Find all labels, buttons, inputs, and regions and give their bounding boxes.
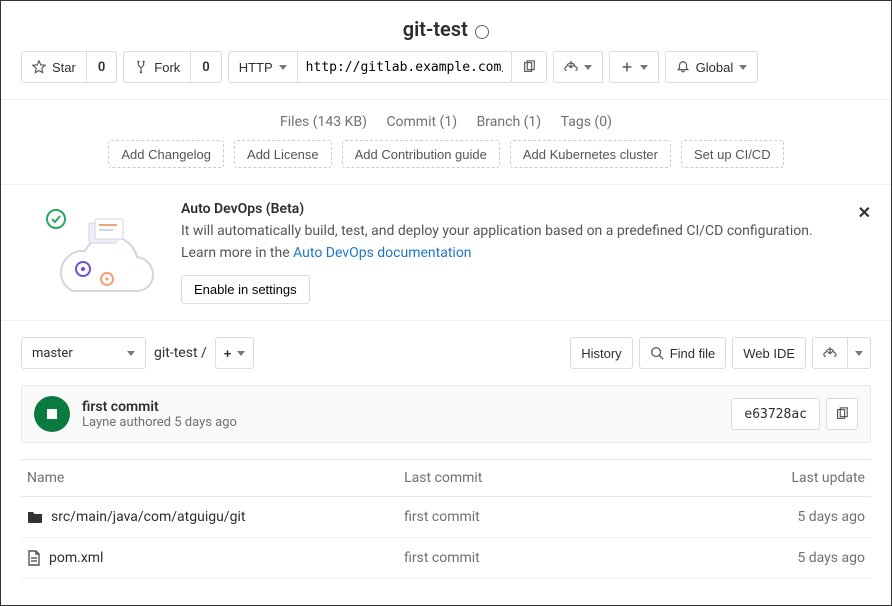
file-last-update: 5 days ago xyxy=(697,550,865,566)
copy-icon xyxy=(835,407,849,421)
add-contrib-button[interactable]: Add Contribution guide xyxy=(342,140,500,168)
devops-title: Auto DevOps (Beta) xyxy=(181,201,871,217)
file-name: pom.xml xyxy=(49,550,103,566)
file-last-commit: first commit xyxy=(404,509,697,525)
fork-icon xyxy=(134,60,148,74)
star-icon xyxy=(32,60,46,74)
star-button[interactable]: Star xyxy=(21,51,87,83)
stat-tags[interactable]: Tags (0) xyxy=(561,114,612,130)
file-last-update: 5 days ago xyxy=(697,509,865,525)
protocol-dropdown[interactable]: HTTP xyxy=(228,51,298,83)
auto-devops-banner: Auto DevOps (Beta) It will automatically… xyxy=(1,184,891,321)
caret-down-icon xyxy=(279,65,287,70)
download-icon xyxy=(564,60,578,74)
branch-dropdown[interactable]: master xyxy=(21,337,146,369)
devops-doc-link[interactable]: Auto DevOps documentation xyxy=(293,245,471,261)
project-stats: Files (143 KB) Commit (1) Branch (1) Tag… xyxy=(1,100,891,140)
commit-sha[interactable]: e63728ac xyxy=(731,398,820,430)
web-ide-button[interactable]: Web IDE xyxy=(732,337,806,369)
file-icon xyxy=(27,550,41,566)
add-changelog-button[interactable]: Add Changelog xyxy=(108,140,224,168)
file-name: src/main/java/com/atguigu/git xyxy=(51,509,245,525)
avatar xyxy=(34,396,70,432)
visibility-icon xyxy=(475,25,489,39)
th-last-update: Last update xyxy=(697,470,865,486)
devops-desc: It will automatically build, test, and d… xyxy=(181,223,871,239)
th-name: Name xyxy=(27,470,404,486)
fork-button[interactable]: Fork xyxy=(123,51,191,83)
devops-illustration xyxy=(21,201,181,301)
file-last-commit: first commit xyxy=(404,550,697,566)
th-last-commit: Last commit xyxy=(404,470,697,486)
download-source-button[interactable] xyxy=(812,337,848,369)
table-row[interactable]: src/main/java/com/atguigu/git first comm… xyxy=(21,497,871,538)
close-banner-button[interactable]: ✕ xyxy=(858,203,871,222)
bell-icon xyxy=(676,60,690,74)
caret-down-icon xyxy=(640,65,648,70)
plus-icon xyxy=(620,60,634,74)
add-button[interactable] xyxy=(609,51,659,83)
commit-title[interactable]: first commit xyxy=(82,399,237,415)
project-title: git-test xyxy=(403,17,468,41)
copy-url-button[interactable] xyxy=(511,51,547,83)
notification-dropdown[interactable]: Global xyxy=(665,51,759,83)
enable-devops-button[interactable]: Enable in settings xyxy=(181,275,310,304)
clone-url-input[interactable] xyxy=(297,51,512,83)
add-k8s-button[interactable]: Add Kubernetes cluster xyxy=(510,140,671,168)
caret-down-icon xyxy=(855,351,863,356)
find-file-button[interactable]: Find file xyxy=(639,337,727,369)
breadcrumb[interactable]: git-test / xyxy=(154,345,207,361)
stat-branches[interactable]: Branch (1) xyxy=(477,114,542,130)
stat-commits[interactable]: Commit (1) xyxy=(386,114,457,130)
download-button[interactable] xyxy=(553,51,603,83)
copy-sha-button[interactable] xyxy=(826,398,858,430)
setup-cicd-button[interactable]: Set up CI/CD xyxy=(681,140,784,168)
star-count: 0 xyxy=(86,51,117,83)
fork-count: 0 xyxy=(190,51,221,83)
history-button[interactable]: History xyxy=(570,337,632,369)
add-license-button[interactable]: Add License xyxy=(234,140,332,168)
stat-files[interactable]: Files (143 KB) xyxy=(280,114,367,130)
caret-down-icon xyxy=(237,351,245,356)
caret-down-icon xyxy=(127,351,135,356)
search-icon xyxy=(650,346,664,360)
table-row[interactable]: pom.xml first commit 5 days ago xyxy=(21,538,871,579)
file-tree-table: Name Last commit Last update src/main/ja… xyxy=(21,459,871,579)
caret-down-icon xyxy=(584,65,592,70)
commit-author-line: Layne authored 5 days ago xyxy=(82,415,237,430)
copy-icon xyxy=(522,60,536,74)
download-source-caret[interactable] xyxy=(847,337,871,369)
add-file-dropdown[interactable]: + xyxy=(215,337,255,369)
folder-icon xyxy=(27,510,43,524)
last-commit-card: first commit Layne authored 5 days ago e… xyxy=(21,385,871,443)
caret-down-icon xyxy=(739,65,747,70)
download-icon xyxy=(823,346,837,360)
devops-learn-prefix: Learn more in the xyxy=(181,245,293,261)
